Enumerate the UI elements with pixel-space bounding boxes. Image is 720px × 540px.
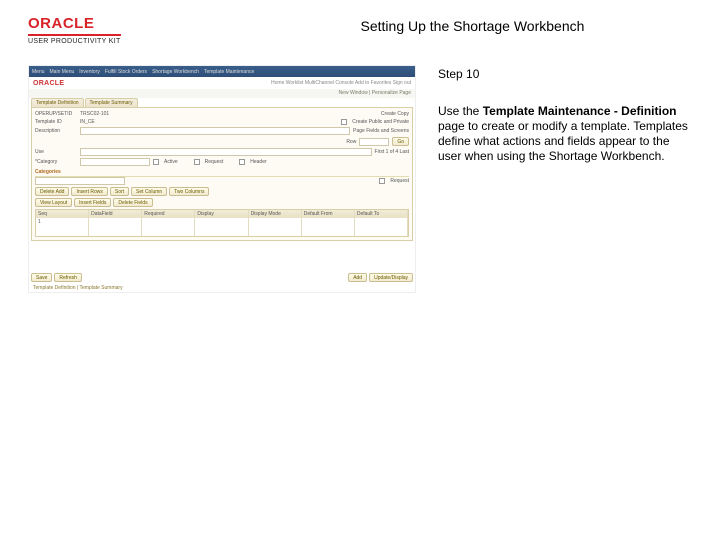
public-checkbox[interactable] <box>341 119 347 125</box>
table-row: 1 <box>36 218 408 227</box>
instruction-body: Use the Template Maintenance - Definitio… <box>438 104 688 164</box>
table-cell: 1 <box>36 218 89 227</box>
table-row <box>36 227 408 236</box>
instruction-panel: Step 10 Use the Template Maintenance - D… <box>438 65 688 164</box>
header: ORACLE USER PRODUCTIVITY KIT Setting Up … <box>28 12 692 65</box>
table-header: Display Mode <box>249 210 302 218</box>
instruction-bold: Template Maintenance - Definition <box>483 104 677 118</box>
table-cell <box>302 218 355 227</box>
logo-secondary-text: USER PRODUCTIVITY KIT <box>28 34 121 45</box>
active-checkbox[interactable] <box>153 159 159 165</box>
table-header: Default To <box>355 210 408 218</box>
two-columns-button[interactable]: Two Columns <box>169 187 209 196</box>
criteria-button-row-2: View Layout Insert Fields Delete Fields <box>35 198 409 207</box>
categories-title: Categories <box>35 168 409 177</box>
delete-add-button[interactable]: Delete Add <box>35 187 69 196</box>
table-header-row: Seq DataField Required Display Display M… <box>36 210 408 218</box>
public-label: Create Public and Private <box>352 119 409 125</box>
table-cell <box>249 218 302 227</box>
logo-primary-text: ORACLE <box>28 16 121 31</box>
sort-button[interactable]: Sort <box>110 187 129 196</box>
description-field[interactable] <box>80 127 350 135</box>
fields-table: Seq DataField Required Display Display M… <box>35 209 409 237</box>
insert-rows-button[interactable]: Insert Rows <box>71 187 107 196</box>
table-header: Default From <box>302 210 355 218</box>
nav-item: Main Menu <box>50 69 75 75</box>
setid-value: TRSC02-101 <box>80 111 109 117</box>
set-column-button[interactable]: Set Column <box>131 187 167 196</box>
brand-bar: ORACLE Home Worklist MultiChannel Consol… <box>29 77 415 89</box>
form-body: OPERUP/SETID TRSC02-101 Create Copy Temp… <box>31 107 413 241</box>
view-layout-button[interactable]: View Layout <box>35 198 72 207</box>
nav-item: Template Maintenance <box>204 69 254 75</box>
page-title: Setting Up the Shortage Workbench <box>121 16 692 34</box>
brand-text: ORACLE <box>33 80 64 87</box>
go-button[interactable]: Go <box>392 137 409 146</box>
footer-tabs-note: Template Definition | Template Summary <box>33 285 123 291</box>
update-display-button[interactable]: Update/Display <box>369 273 413 282</box>
footer-bar: Save Refresh Add Update/Display <box>31 273 413 282</box>
content: Menu Main Menu Inventory Fulfill Stock O… <box>28 65 692 293</box>
tab-summary[interactable]: Template Summary <box>85 98 138 107</box>
save-button[interactable]: Save <box>31 273 52 282</box>
instruction-pre: Use the <box>438 104 483 118</box>
table-cell <box>195 218 248 227</box>
row-label: Row <box>346 139 356 145</box>
table-header: Required <box>142 210 195 218</box>
template-id-label: Template ID <box>35 119 77 125</box>
utility-links: New Window | Personalize Page <box>29 89 415 98</box>
request-label: Request <box>205 159 224 165</box>
description-label: Description <box>35 128 77 134</box>
setid-label: OPERUP/SETID <box>35 111 77 117</box>
brand-links: Home Worklist MultiChannel Console Add t… <box>271 80 411 86</box>
table-header: DataField <box>89 210 142 218</box>
add-button[interactable]: Add <box>348 273 367 282</box>
table-cell <box>89 218 142 227</box>
header-label: Header <box>250 159 266 165</box>
table-header: Seq <box>36 210 89 218</box>
category-value-field[interactable] <box>35 177 125 185</box>
criteria-button-row: Delete Add Insert Rows Sort Set Column T… <box>35 187 409 196</box>
category-field[interactable] <box>80 158 150 166</box>
active-label: Active <box>164 159 178 165</box>
tab-definition[interactable]: Template Definition <box>31 98 84 107</box>
oracle-logo: ORACLE USER PRODUCTIVITY KIT <box>28 16 121 47</box>
table-header: Display <box>195 210 248 218</box>
template-id-value: IN_CE <box>80 119 95 125</box>
nav-item: Shortage Workbench <box>152 69 199 75</box>
create-copy-label: Create Copy <box>381 111 409 117</box>
delete-fields-button[interactable]: Delete Fields <box>113 198 152 207</box>
refresh-button[interactable]: Refresh <box>54 273 82 282</box>
insert-fields-button[interactable]: Insert Fields <box>74 198 111 207</box>
nav-item: Fulfill Stock Orders <box>105 69 147 75</box>
use-label: Use <box>35 149 77 155</box>
table-cell <box>142 218 195 227</box>
table-cell <box>355 218 408 227</box>
category-label: *Category <box>35 159 77 165</box>
row-field[interactable] <box>359 138 389 146</box>
nav-item: Inventory <box>79 69 100 75</box>
use-field[interactable] <box>80 148 372 156</box>
required-label: Request <box>390 178 409 184</box>
header-checkbox[interactable] <box>239 159 245 165</box>
nav-item: Menu <box>32 69 45 75</box>
pager-text: First 1 of 4 Last <box>375 149 409 155</box>
step-label: Step 10 <box>438 67 688 82</box>
nav-bar: Menu Main Menu Inventory Fulfill Stock O… <box>29 66 415 77</box>
page-fields-label: Page Fields and Screens <box>353 128 409 134</box>
instruction-post: page to create or modify a template. Tem… <box>438 119 688 163</box>
required-checkbox[interactable] <box>379 178 385 184</box>
app-screenshot: Menu Main Menu Inventory Fulfill Stock O… <box>28 65 416 293</box>
tab-strip: Template Definition Template Summary <box>29 98 415 107</box>
request-checkbox[interactable] <box>194 159 200 165</box>
